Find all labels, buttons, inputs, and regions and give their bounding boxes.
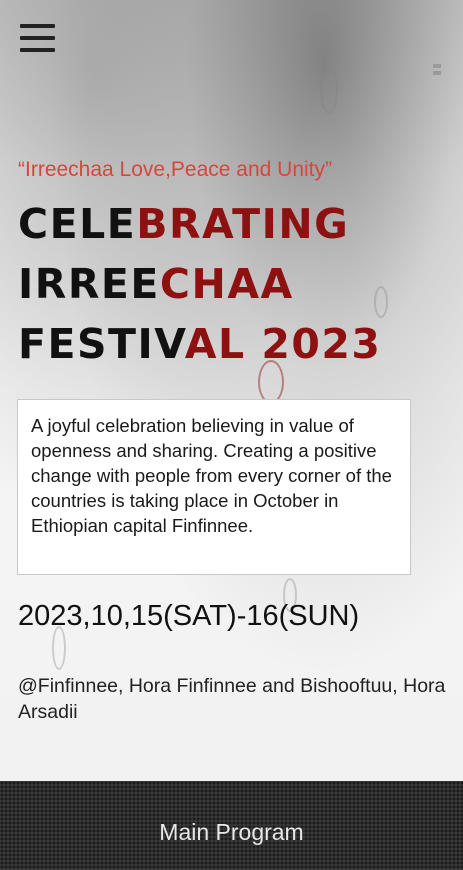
main-program-label: Main Program xyxy=(159,819,304,845)
side-menu-icon xyxy=(433,64,441,84)
festival-date: 2023,10,15(SAT)-16(SUN) xyxy=(18,600,360,632)
festival-title: CELEBRATING IRREECHAA FESTIVAL 2023 xyxy=(18,194,448,374)
title-line: FESTIVAL 2023 xyxy=(18,320,382,368)
festival-description: A joyful celebration believing in value … xyxy=(17,399,411,575)
festival-tagline: “Irreechaa Love,Peace and Unity” xyxy=(18,158,333,181)
hero-background xyxy=(0,0,463,781)
title-line: CELEBRATING xyxy=(18,200,350,248)
festival-venue: @Finfinnee, Hora Finfinnee and Bishooftu… xyxy=(18,675,446,723)
main-program-button[interactable]: Main Program xyxy=(0,781,463,870)
background-ornament xyxy=(320,66,338,114)
hamburger-menu-icon[interactable] xyxy=(20,24,55,58)
title-line: IRREECHAA xyxy=(18,260,294,308)
